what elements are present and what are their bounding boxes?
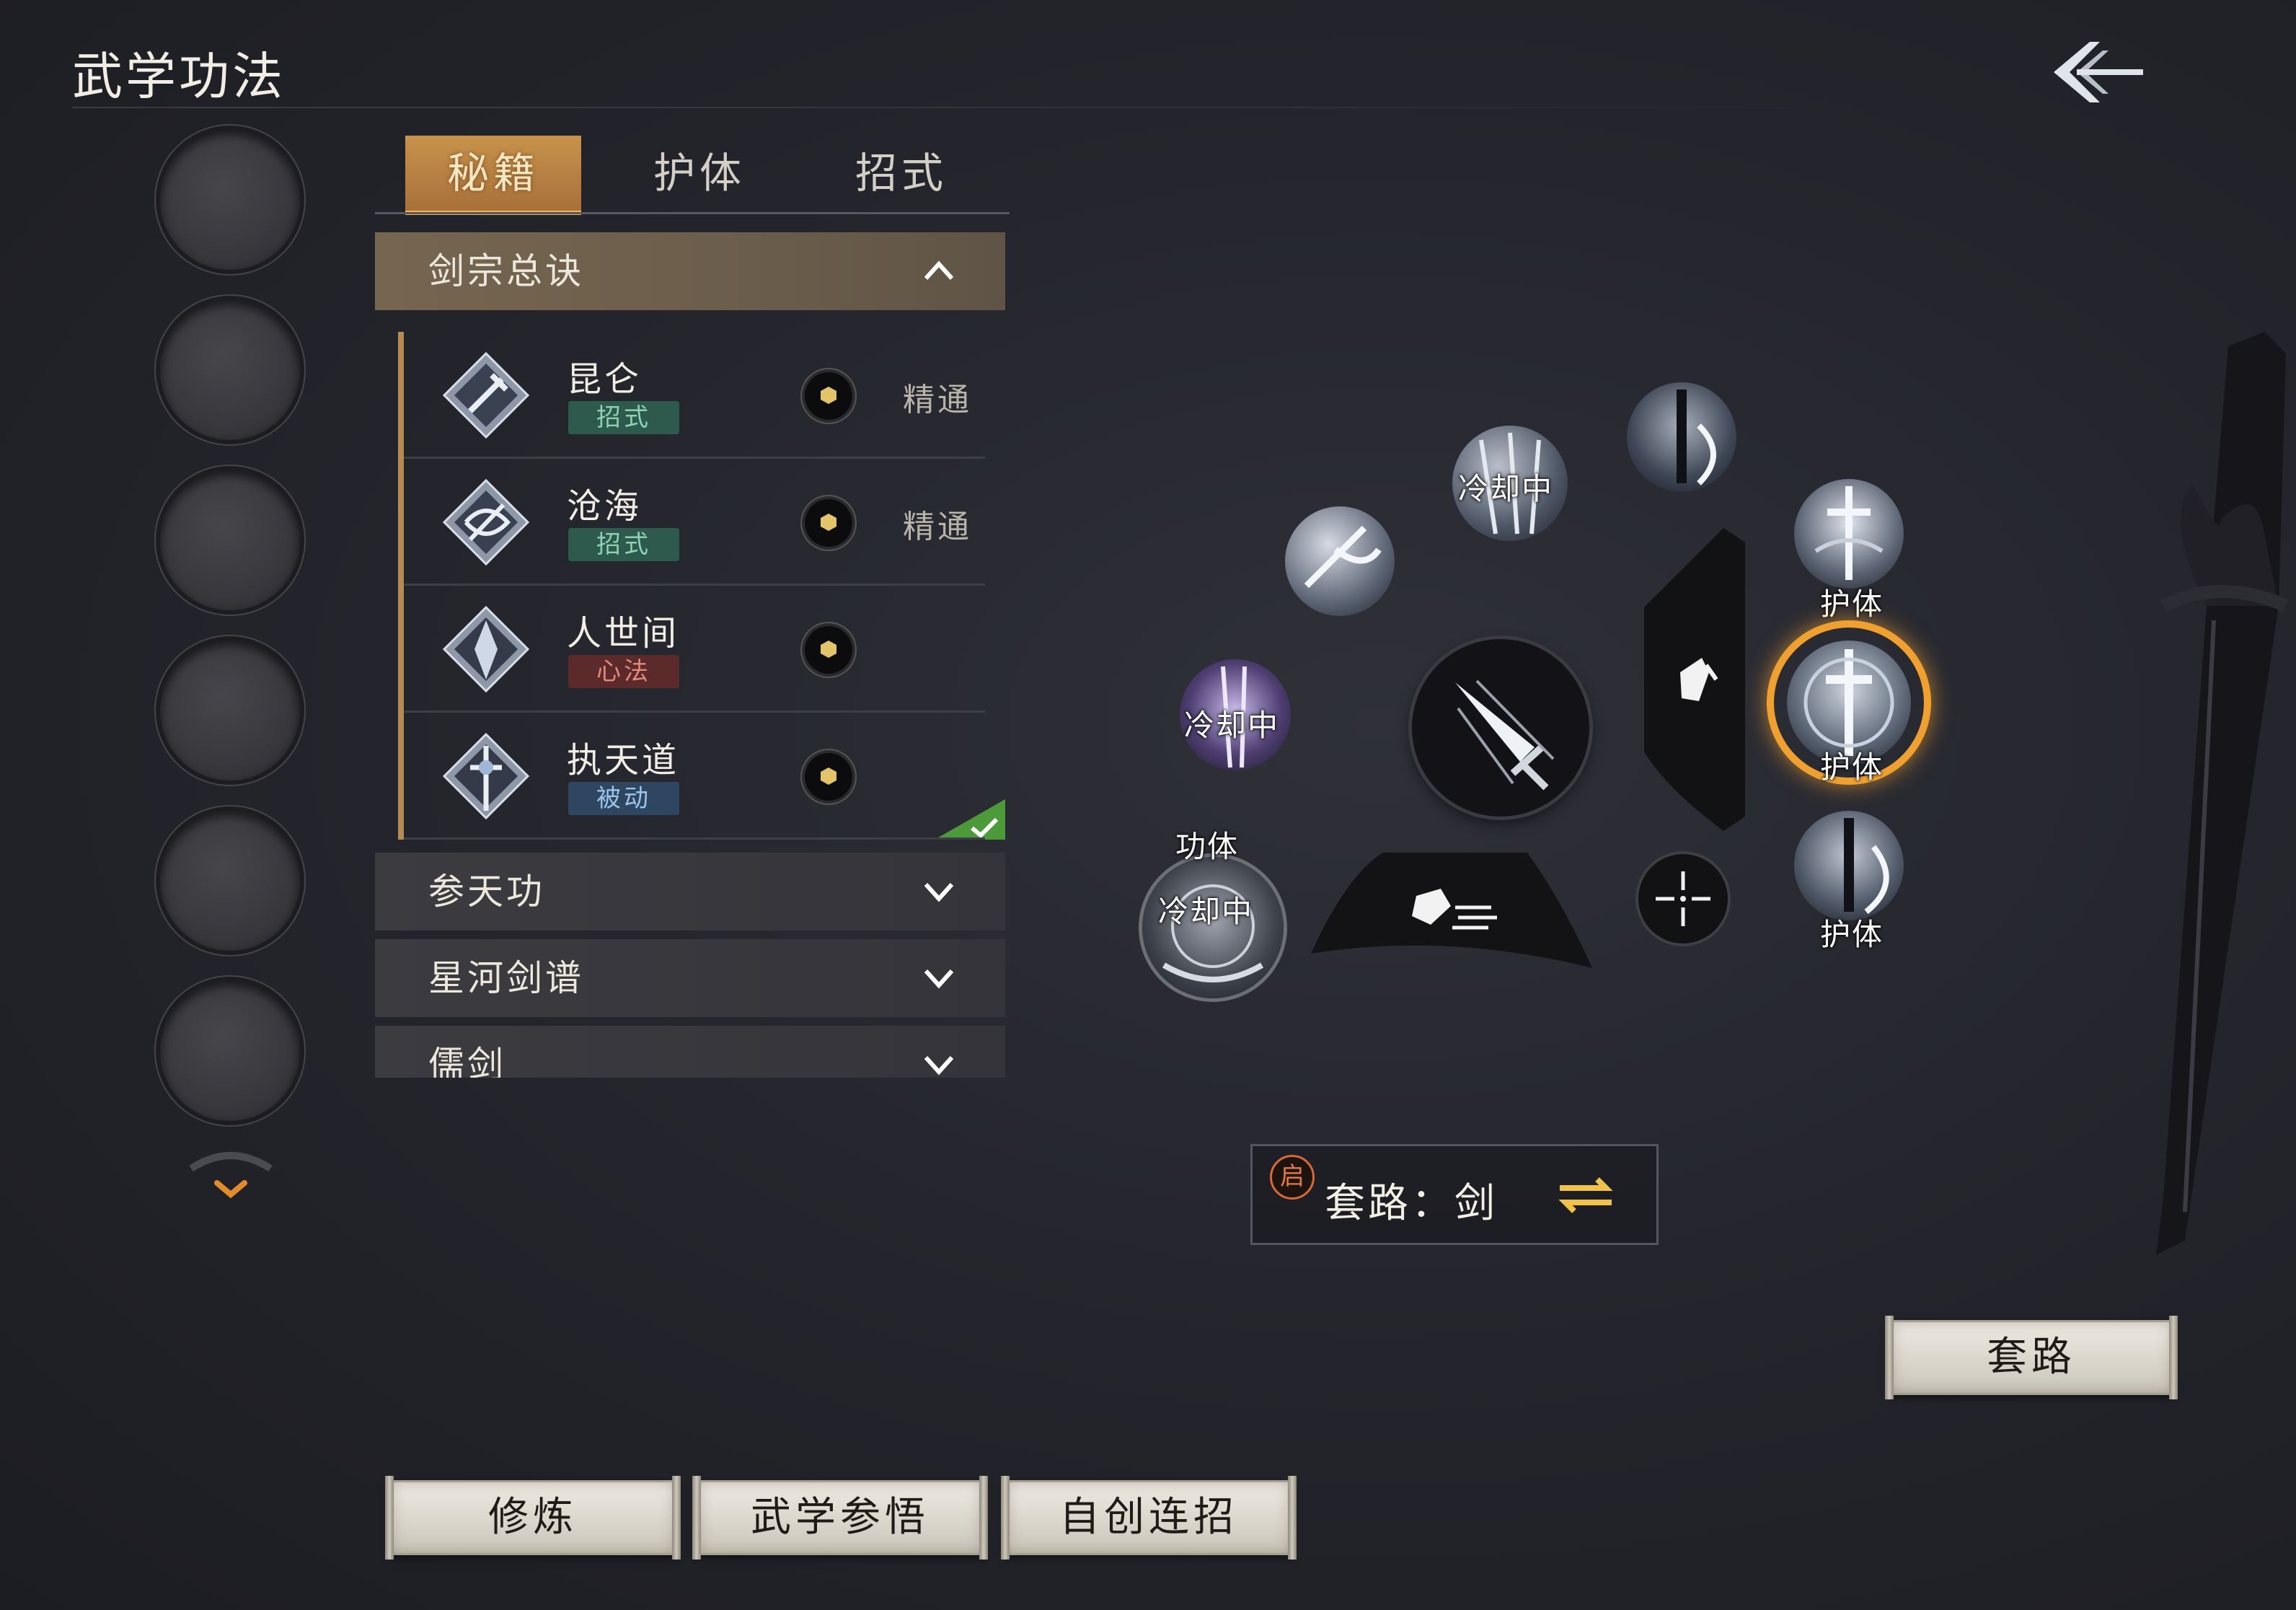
section-title: 剑宗总诀 (428, 250, 584, 292)
slots-scroll-down[interactable] (177, 1147, 285, 1212)
skill-name: 人世间 (567, 613, 680, 654)
guard-skill-button[interactable] (1794, 811, 1904, 920)
skill-type-badge: 招式 (568, 401, 679, 434)
inner-art-icon (442, 605, 530, 693)
guard-skill-button[interactable] (1794, 479, 1904, 589)
list-item[interactable]: 人世间 心法 (398, 586, 1005, 713)
slot-gem-icon (805, 499, 852, 547)
guard-sword-icon (1814, 486, 1884, 580)
skill-name: 执天道 (567, 740, 680, 780)
skill-slot[interactable] (160, 300, 300, 440)
section-title: 儒剑 (428, 1044, 506, 1078)
check-icon (935, 799, 1005, 840)
sword-skill-icon (442, 351, 530, 439)
skill-slot[interactable] (160, 641, 300, 780)
comprehend-button[interactable]: 武学参悟 (692, 1476, 988, 1560)
skill-slot[interactable] (160, 811, 300, 951)
guard-label: 护体 (1820, 917, 1884, 952)
path-label: 套路：剑 (1325, 1180, 1498, 1227)
skill-name: 沧海 (567, 486, 643, 527)
back-arrow-icon (2054, 42, 2143, 102)
section-xinghe[interactable]: 星河剑谱 (375, 939, 1005, 1017)
path-badge: 启 (1270, 1155, 1315, 1200)
skill-slot[interactable] (160, 130, 300, 270)
tabs-divider (375, 212, 1010, 214)
skill-slot[interactable] (160, 981, 300, 1121)
target-lock-button[interactable] (1638, 854, 1728, 943)
attack-button[interactable] (1412, 639, 1589, 817)
sword-attack-icon (1455, 679, 1555, 791)
skill-button[interactable] (1627, 382, 1736, 492)
slot-gem-icon (805, 372, 852, 420)
skill-name: 昆仑 (567, 359, 643, 400)
chevron-down-icon (924, 969, 954, 989)
list-item[interactable]: 昆仑 招式 精通 (398, 332, 1005, 459)
crescent-blade-icon (1677, 390, 1716, 485)
chevron-down-icon (924, 882, 954, 902)
crescent-blade-icon (1844, 818, 1889, 915)
path-button[interactable]: 套路 (1885, 1316, 2178, 1399)
gongti-label: 功体 (1175, 829, 1240, 864)
book-list[interactable]: 剑宗总诀 昆仑 招式 精通 沧海 招式 精通 人世间 心法 执天道 被动 参天功… (375, 232, 1005, 1078)
tab-guard[interactable]: 护体 (611, 136, 787, 211)
section-rujian[interactable]: 儒剑 (375, 1026, 1005, 1078)
slot-gem-icon (805, 753, 852, 801)
cooldown-label: 冷却中 (1184, 708, 1280, 743)
guard-label: 护体 (1820, 586, 1884, 622)
back-button[interactable] (2034, 29, 2149, 115)
header-divider (72, 107, 1875, 108)
cooldown-label: 冷却中 (1158, 894, 1254, 929)
chevron-down-icon (214, 1180, 247, 1199)
path-selector[interactable]: 启 套路：剑 (1250, 1144, 1659, 1245)
section-title: 参天功 (428, 871, 545, 912)
skill-type-badge: 招式 (568, 528, 679, 561)
list-item[interactable]: 沧海 招式 精通 (398, 459, 1005, 586)
skill-button[interactable] (1285, 506, 1395, 616)
custom-combo-button[interactable]: 自创连招 (1001, 1476, 1297, 1560)
mastery-level: 精通 (903, 509, 972, 545)
slot-gem-icon (805, 626, 852, 674)
cooldown-label: 冷却中 (1458, 471, 1554, 506)
list-item[interactable]: 执天道 被动 (398, 713, 1005, 840)
passive-skill-icon (442, 732, 530, 820)
tab-books[interactable]: 秘籍 (405, 136, 581, 215)
page-title: 武学功法 (72, 47, 286, 106)
sword-decoration (2156, 332, 2289, 1255)
mastery-level: 精通 (903, 382, 972, 418)
section-cantian[interactable]: 参天功 (375, 853, 1005, 931)
sword-skill-icon (442, 478, 530, 566)
skill-type-badge: 被动 (568, 782, 679, 815)
dodge-button[interactable] (1637, 528, 1745, 831)
chevron-up-icon (924, 260, 954, 281)
section-jianzong[interactable]: 剑宗总诀 (375, 232, 1005, 310)
practice-button[interactable]: 修炼 (385, 1476, 681, 1560)
dash-button[interactable] (1304, 845, 1599, 975)
tab-moves[interactable]: 招式 (813, 136, 989, 211)
skill-slot[interactable] (160, 470, 300, 610)
skill-type-badge: 心法 (568, 655, 679, 688)
guard-label: 护体 (1820, 749, 1884, 785)
crosshair-icon (1656, 871, 1710, 926)
chevron-down-icon (924, 1055, 954, 1075)
swap-icon[interactable] (1555, 1174, 1616, 1217)
section-title: 星河剑谱 (428, 957, 584, 999)
blade-wave-icon (1304, 525, 1382, 589)
